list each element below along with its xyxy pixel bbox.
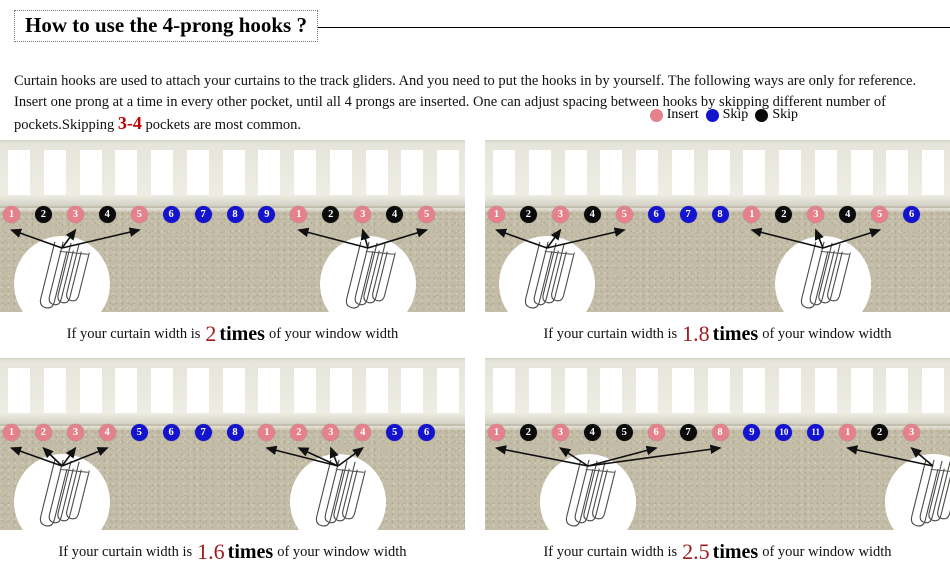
legend-item: Insert <box>649 107 699 123</box>
panel-grid: 1 2 3 4 5 6 7 8 9 1 2 3 4 5 If your curtain width is 2 t… <box>0 140 950 575</box>
caption-multiplier: 2 <box>205 321 217 346</box>
caption-suffix: of your window width <box>268 325 399 342</box>
intro-paragraph: Curtain hooks are used to attach your cu… <box>14 71 936 136</box>
caption-multiplier: 2.5 <box>682 539 710 564</box>
caption-prefix: If your curtain width is <box>543 325 678 342</box>
curtain-illustration: 12345678123456 <box>485 140 950 312</box>
title-row: How to use the 4-prong hooks ? <box>0 10 950 42</box>
panel-panel-2x: 1 2 3 4 5 6 7 8 9 1 2 3 4 5 If your curtain width is 2 t… <box>0 140 465 356</box>
circle-icon <box>649 108 663 122</box>
panel-caption: If your curtain width is 1.8 times of your … <box>485 312 950 356</box>
hook-pointer-arrows <box>494 227 882 249</box>
legend-item: Skip <box>755 107 798 123</box>
curtain-illustration: 12345678123456 <box>0 358 465 530</box>
caption-suffix: of your window width <box>762 543 892 560</box>
legend-item: Skip <box>705 107 749 123</box>
legend: Insert Skip Skip <box>649 107 798 123</box>
page-title: How to use the 4-prong hooks ? <box>25 13 307 37</box>
caption-suffix: of your window width <box>277 543 407 560</box>
panel-caption: If your curtain width is 2 times of your wi… <box>0 312 465 356</box>
header: How to use the 4-prong hooks ? <box>0 0 950 48</box>
caption-times-word: times <box>712 322 759 345</box>
panel-panel-2-5x: 1 2 3 4 5 6 7 8 9 10 11 1 2 3 If your curtain width is… <box>485 358 950 574</box>
curtain-illustration: 1 2 3 4 5 6 7 8 9 10 11 1 2 3 <box>485 358 950 530</box>
hook-pointer-arrows <box>494 444 934 467</box>
panel-panel-1-8x: 1 2 3 4 5 6 7 8 1 2 3 4 5 6 If your curtain width is 1.… <box>485 140 950 356</box>
curtain-illustration: 12345678912345 <box>0 140 465 312</box>
hook-pointer-arrows <box>9 445 365 467</box>
title-divider-rule <box>317 26 950 28</box>
legend-label: Skip <box>722 107 749 122</box>
panel-caption: If your curtain width is 2.5 times of your … <box>485 530 950 574</box>
legend-label: Skip <box>772 107 798 122</box>
panel-caption: If your curtain width is 1.6 times of your … <box>0 530 465 574</box>
caption-times-word: times <box>227 540 274 563</box>
circle-icon <box>755 108 769 122</box>
caption-times-word: times <box>219 322 265 345</box>
caption-prefix: If your curtain width is <box>58 543 193 560</box>
circle-icon <box>705 108 719 122</box>
intro-highlight-skip-count: 3-4 <box>117 112 142 133</box>
caption-times-word: times <box>712 540 759 563</box>
caption-multiplier: 1.8 <box>682 321 710 346</box>
caption-suffix: of your window width <box>762 325 892 342</box>
caption-prefix: If your curtain width is <box>543 543 678 560</box>
caption-multiplier: 1.6 <box>197 539 225 564</box>
caption-prefix: If your curtain width is <box>66 325 201 342</box>
page-title-box: How to use the 4-prong hooks ? <box>14 10 318 42</box>
legend-label: Insert <box>666 107 699 122</box>
panel-panel-1-6x: 1 2 3 4 5 6 7 8 1 2 3 4 5 6 If your curtain width is 1.… <box>0 358 465 574</box>
intro-text-part2: pockets are most common. <box>141 116 301 133</box>
hook-pointer-arrows <box>9 227 429 249</box>
